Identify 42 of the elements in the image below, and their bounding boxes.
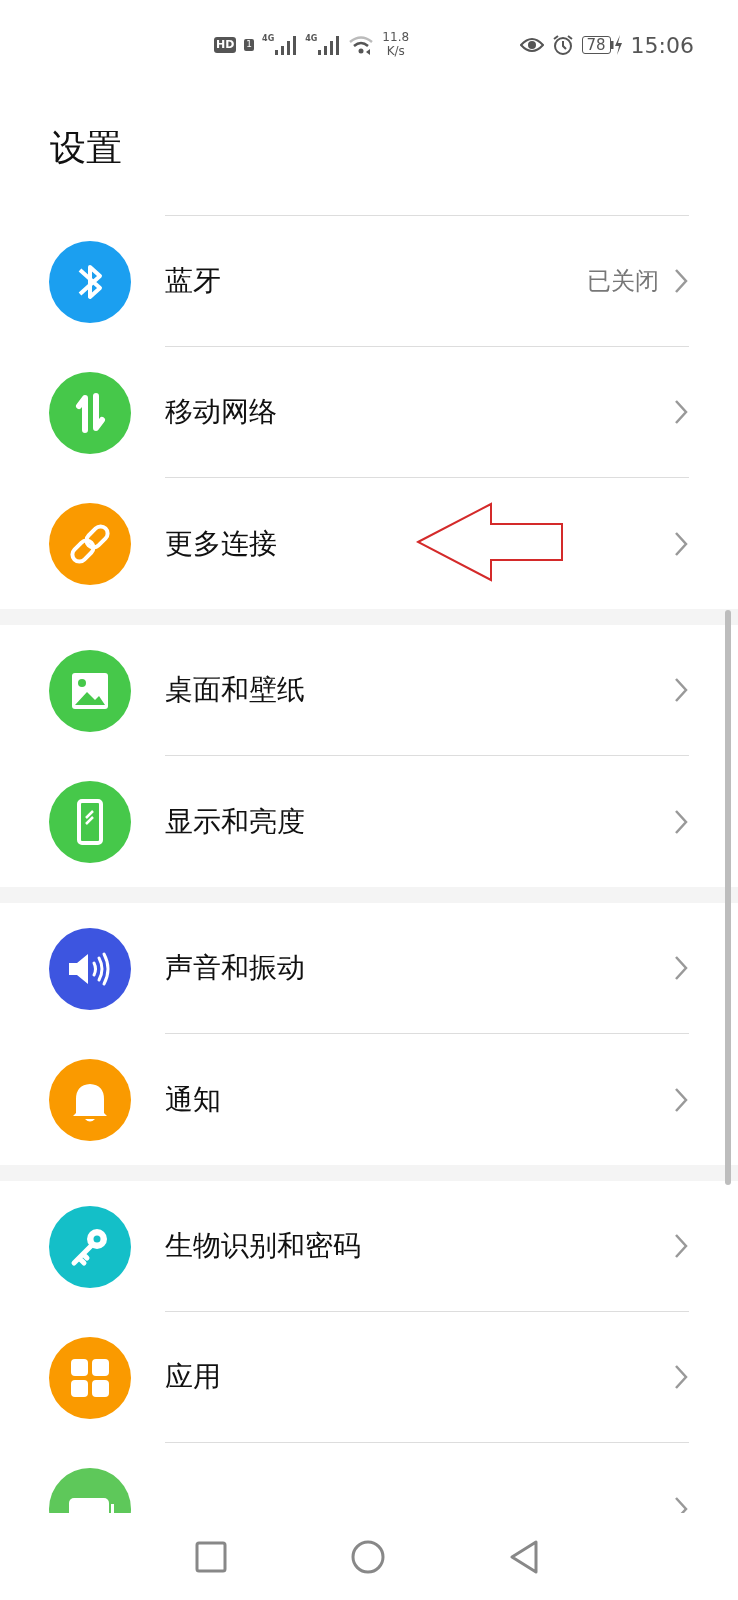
signal-icon xyxy=(275,35,298,55)
item-label: 声音和振动 xyxy=(165,950,305,986)
alarm-icon xyxy=(551,34,574,56)
chevron-icon xyxy=(673,267,689,295)
charging-icon xyxy=(610,34,623,56)
circle-icon[interactable] xyxy=(351,1539,385,1574)
settings-item[interactable]: 应用 xyxy=(0,1312,738,1443)
chevron-icon xyxy=(673,676,689,704)
chevron-icon xyxy=(673,954,689,982)
network-speed: K/s xyxy=(385,45,406,59)
item-label: 通知 xyxy=(165,1081,221,1118)
wifi-icon xyxy=(348,35,375,55)
clock: 15:06 xyxy=(630,31,694,60)
settings-item[interactable]: 通知 xyxy=(0,1034,738,1165)
settings-item[interactable]: 生物识别和密码 xyxy=(0,1181,738,1312)
settings-item[interactable]: 声音和振动 xyxy=(0,903,738,1034)
item-label: 显示和亮度 xyxy=(165,803,305,840)
item-status: 已关闭 xyxy=(587,266,659,297)
signal-icon xyxy=(318,35,341,55)
battery-level: 78 xyxy=(581,35,611,55)
network-type: 4G xyxy=(305,35,318,43)
item-label: 生物识别和密码 xyxy=(165,1228,361,1264)
eye-icon xyxy=(519,37,544,53)
hd-indicator: HD xyxy=(214,37,237,53)
settings-item[interactable]: 更多连接 xyxy=(0,478,738,609)
network-type: 4G xyxy=(262,35,275,43)
item-label: 移动网络 xyxy=(165,394,277,430)
chevron-icon xyxy=(673,1232,689,1260)
settings-item[interactable]: 移动网络 xyxy=(0,347,738,478)
settings-item[interactable]: 蓝牙 已关闭 xyxy=(0,216,738,347)
settings-item[interactable]: 桌面和壁纸 xyxy=(0,625,738,756)
item-label: 应用 xyxy=(165,1359,221,1395)
chevron-icon xyxy=(673,1363,689,1391)
settings-item[interactable]: 显示和亮度 xyxy=(0,756,738,887)
network-speed: 11.8 xyxy=(382,31,410,45)
square-icon[interactable] xyxy=(194,1539,228,1574)
item-label: 更多连接 xyxy=(165,525,277,562)
item-label: 蓝牙 xyxy=(165,263,221,299)
sim-indicator: 1 xyxy=(244,39,255,51)
page-title: 设置 xyxy=(49,125,123,170)
chevron-icon xyxy=(673,398,689,426)
item-label: 桌面和壁纸 xyxy=(165,672,305,708)
